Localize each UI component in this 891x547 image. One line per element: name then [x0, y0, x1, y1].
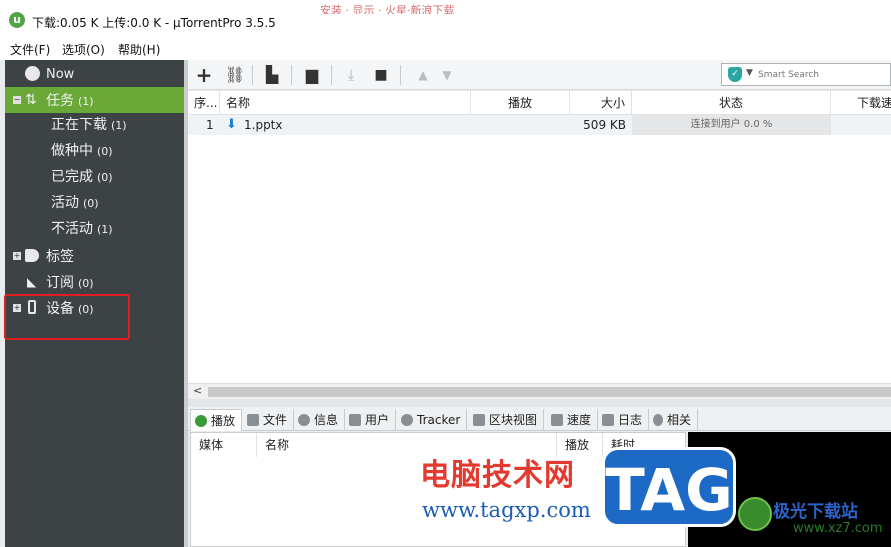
watermark-site-name: 电脑技术网: [420, 458, 575, 493]
tab-logger[interactable]: 日志: [598, 409, 650, 431]
add-link-icon[interactable]: ⛓: [224, 64, 246, 86]
add-icon[interactable]: +: [193, 64, 215, 86]
col-play[interactable]: 播放: [471, 91, 570, 115]
tab-pieces[interactable]: 区块视图: [469, 409, 545, 431]
search-box[interactable]: ✓ ▼: [721, 63, 891, 86]
up-icon[interactable]: ▲: [412, 64, 434, 86]
down-icon[interactable]: ▼: [436, 64, 458, 86]
col-name[interactable]: 名称: [220, 91, 471, 115]
pieces-icon: [473, 414, 485, 426]
scroll-thumb[interactable]: [208, 387, 891, 397]
torrent-list: 序... 名称 播放 大小 状态 下载速 1 ⬇ 1.pptx 509 KB 连…: [188, 91, 891, 383]
collapse-icon[interactable]: −: [13, 96, 21, 104]
download-arrow-icon: ⬇: [226, 117, 237, 132]
col-download-speed[interactable]: 下载速: [831, 91, 891, 115]
tracker-icon: [401, 414, 413, 426]
sidebar-label-labels: 标签: [46, 249, 74, 265]
expand-icon[interactable]: +: [13, 252, 21, 260]
pane-divider[interactable]: [188, 399, 891, 407]
transfer-icon: ⇅: [25, 92, 37, 108]
create-icon[interactable]: ▙: [261, 64, 283, 86]
sidebar-label: 正在下载 (1): [51, 117, 127, 133]
stop-icon[interactable]: ■: [370, 64, 392, 86]
remove-icon[interactable]: ▆: [301, 64, 323, 86]
speed-icon: [551, 414, 563, 426]
background-window-text: 安装 · 显示 · 火星·新浪下载: [320, 4, 455, 14]
sidebar-label: 不活动 (1): [51, 221, 113, 237]
log-icon: [602, 414, 614, 426]
menu-bar: 文件(F) 选项(O) 帮助(H): [0, 38, 891, 60]
tag-icon: [25, 249, 39, 262]
sidebar-item-now[interactable]: Now: [5, 61, 184, 87]
list-header: 序... 名称 播放 大小 状态 下载速: [188, 91, 891, 115]
info-icon: [298, 414, 310, 426]
sidebar-item-seeding[interactable]: 做种中 (0): [5, 137, 184, 163]
col-status[interactable]: 状态: [632, 91, 831, 115]
sidebar-label: 做种中 (0): [51, 143, 113, 159]
highlight-box: [4, 294, 130, 340]
col-number[interactable]: 序...: [188, 91, 220, 115]
sidebar-item-downloading[interactable]: 正在下载 (1): [5, 111, 184, 137]
search-input[interactable]: [758, 68, 888, 82]
sidebar-item-completed[interactable]: 已完成 (0): [5, 163, 184, 189]
sidebar-label: 活动 (0): [51, 195, 99, 211]
sidebar-item-active[interactable]: 活动 (0): [5, 189, 184, 215]
window-title: 下载:0.05 K 上传:0.0 K - µTorrentPro 3.5.5: [32, 16, 276, 30]
watermark-right-url: www.xz7.com: [793, 521, 883, 536]
menu-file[interactable]: 文件(F): [10, 41, 50, 58]
row-number: 1: [206, 118, 214, 132]
scroll-left-icon[interactable]: <: [193, 384, 202, 397]
col-media[interactable]: 媒体: [191, 433, 257, 457]
tab-play[interactable]: 播放: [190, 409, 243, 431]
menu-help[interactable]: 帮助(H): [118, 41, 160, 58]
sidebar-item-tasks[interactable]: − ⇅ 任务 (1): [5, 87, 184, 113]
search-provider-icon[interactable]: ✓: [728, 67, 742, 82]
sidebar-label-tasks: 任务 (1): [46, 93, 94, 109]
detail-tabs: 播放 文件 信息 用户 Tracker 区块视图 速度 日志 相关: [188, 407, 891, 431]
row-size: 509 KB: [583, 118, 626, 132]
sidebar-item-feeds[interactable]: ◣ 订阅 (0): [5, 269, 184, 295]
sidebar-label: 已完成 (0): [51, 169, 113, 185]
col-size[interactable]: 大小: [570, 91, 632, 115]
rss-icon: ◣: [27, 275, 37, 289]
watermark-globe-icon: [738, 497, 772, 531]
tab-tracker[interactable]: Tracker: [397, 409, 468, 431]
chevron-down-icon[interactable]: ▼: [746, 68, 753, 78]
now-icon: [25, 66, 40, 81]
utorrent-logo-icon: u: [9, 12, 25, 28]
tab-related[interactable]: 相关: [649, 409, 699, 431]
watermark-right-name: 极光下载站: [773, 502, 858, 522]
sidebar-label-now: Now: [46, 66, 75, 82]
users-icon: [349, 414, 361, 426]
folder-icon: [247, 414, 259, 426]
sidebar-item-labels[interactable]: + 标签: [5, 243, 184, 269]
menu-options[interactable]: 选项(O): [62, 41, 105, 58]
watermark-site-url: www.tagxp.com: [422, 498, 591, 522]
play-icon: [195, 415, 207, 427]
tab-info[interactable]: 信息: [294, 409, 346, 431]
tab-speed[interactable]: 速度: [547, 409, 599, 431]
horizontal-scrollbar[interactable]: <: [188, 383, 891, 399]
watermark-tag-logo: TAG: [602, 447, 736, 527]
tab-files[interactable]: 文件: [243, 409, 295, 431]
tab-peers[interactable]: 用户: [345, 409, 397, 431]
sidebar-label-feeds: 订阅 (0): [46, 275, 94, 291]
bulb-icon: [653, 414, 663, 426]
row-name: 1.pptx: [244, 118, 283, 132]
download-icon[interactable]: ⤓: [340, 64, 362, 86]
row-status: 连接到用户 0.0 %: [632, 115, 831, 135]
table-row[interactable]: 1 ⬇ 1.pptx 509 KB 连接到用户 0.0 %: [188, 115, 891, 135]
sidebar-item-inactive[interactable]: 不活动 (1): [5, 215, 184, 241]
